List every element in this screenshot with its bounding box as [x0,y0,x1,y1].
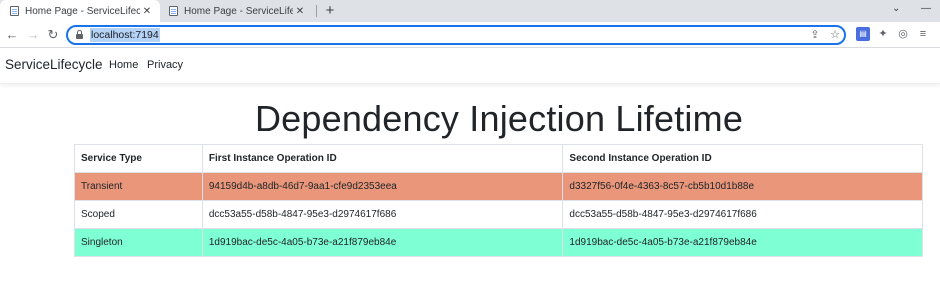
sync-icon[interactable]: ◎ [896,27,910,41]
lock-icon[interactable] [76,30,83,39]
browser-tab-strip: Home Page - ServiceLifecycle ✕ Home Page… [0,0,940,22]
tab-title: Home Page - ServiceLifecycle [25,5,140,17]
chevron-down-icon[interactable]: ⌄ [892,3,900,14]
column-header: First Instance Operation ID [201,144,564,173]
browser-toolbar: ← → ↻ localhost:7194 ⇪ ☆ ▤ ✦ ◎ ≡ [0,22,940,48]
second-id-cell: dcc53a55-d58b-4847-95e3-d2974617f686 [562,200,923,229]
browser-tab-active[interactable]: Home Page - ServiceLifecycle ✕ [0,0,160,22]
first-id-cell: 94159d4b-a8db-46d7-9aa1-cfe9d2353eea [201,172,564,201]
lifetime-table: Service Type First Instance Operation ID… [74,144,923,257]
close-icon[interactable]: ✕ [140,6,154,17]
service-type-cell: Singleton [74,228,203,257]
forward-arrow-icon[interactable]: → [25,27,41,43]
first-id-cell: 1d919bac-de5c-4a05-b73e-a21f879eb84e [201,228,564,257]
service-type-cell: Scoped [74,200,203,229]
page-title: Dependency Injection Lifetime [254,98,744,139]
new-tab-icon[interactable]: + [322,2,338,20]
address-bar[interactable]: localhost:7194 ⇪ ☆ [66,25,846,45]
app-navbar: ServiceLifecycle Home Privacy [0,48,940,84]
page-icon [169,6,178,16]
first-id-cell: dcc53a55-d58b-4847-95e3-d2974617f686 [201,200,564,229]
page-icon [10,6,19,16]
nav-link-privacy[interactable]: Privacy [147,59,183,71]
extension-blue-icon[interactable]: ▤ [856,27,870,41]
table-row: Singleton 1d919bac-de5c-4a05-b73e-a21f87… [74,228,923,257]
reading-list-icon[interactable]: ≡ [916,27,930,41]
url-text[interactable]: localhost:7194 [90,28,160,42]
reload-icon[interactable]: ↻ [45,27,61,43]
table-row: Transient 94159d4b-a8db-46d7-9aa1-cfe9d2… [74,172,923,201]
browser-tab-inactive[interactable]: Home Page - ServiceLifecycle ✕ [163,0,313,22]
back-arrow-icon[interactable]: ← [4,27,20,43]
service-type-cell: Transient [74,172,203,201]
second-id-cell: 1d919bac-de5c-4a05-b73e-a21f879eb84e [562,228,923,257]
minimize-icon[interactable]: — [921,3,931,14]
second-id-cell: d3327f56-0f4e-4363-8c57-cb5b10d1b88e [562,172,923,201]
column-header: Second Instance Operation ID [562,144,923,173]
brand-link[interactable]: ServiceLifecycle [5,57,103,72]
close-icon[interactable]: ✕ [293,6,307,17]
column-header: Service Type [74,144,203,173]
table-row: Scoped dcc53a55-d58b-4847-95e3-d2974617f… [74,200,923,229]
table-header-row: Service Type First Instance Operation ID… [74,144,923,173]
nav-link-home[interactable]: Home [109,59,138,71]
puzzle-extensions-icon[interactable]: ✦ [876,27,890,41]
tab-divider [316,5,317,17]
bookmark-star-icon[interactable]: ☆ [828,28,842,42]
share-icon[interactable]: ⇪ [808,28,822,42]
tab-title: Home Page - ServiceLifecycle [184,5,293,17]
